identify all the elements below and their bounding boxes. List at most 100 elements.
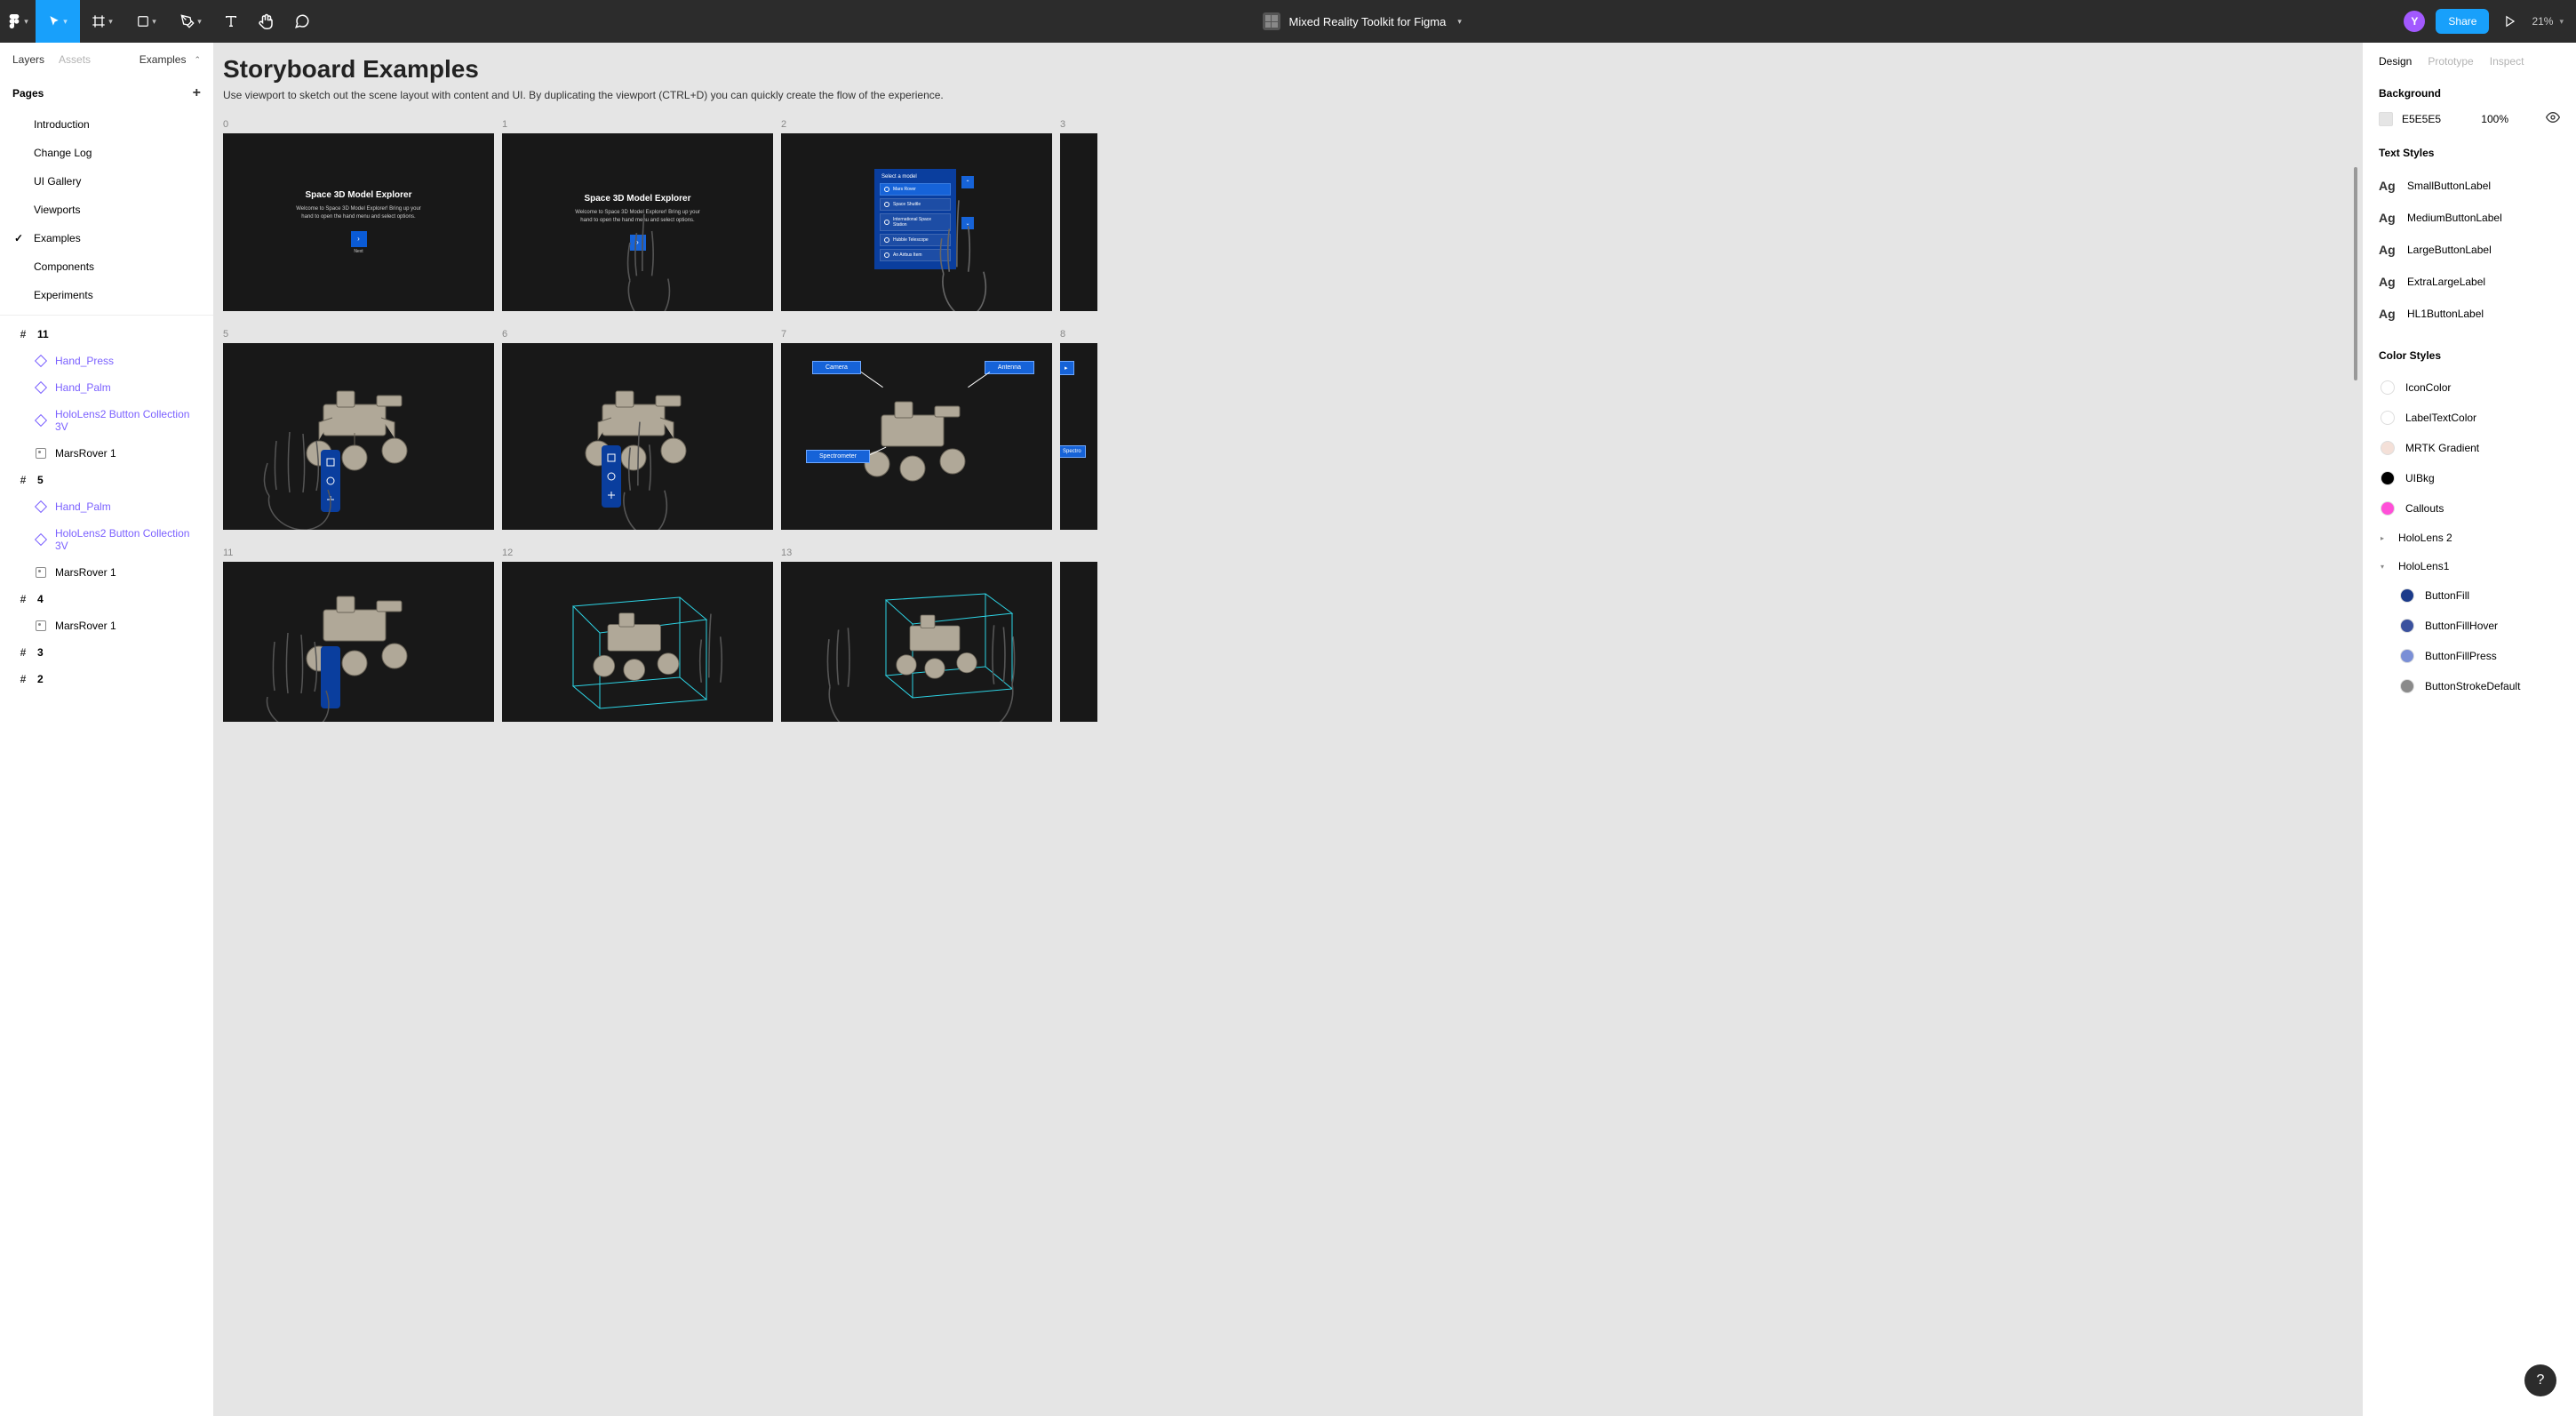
viewport-2[interactable]: 2 Select a model Mars Rover Space Shuttl…	[781, 119, 1052, 311]
scrollbar[interactable]	[2354, 167, 2357, 380]
page-item[interactable]: Components	[0, 252, 213, 281]
page-selector[interactable]: Examples	[140, 53, 187, 66]
move-tool[interactable]: ▾	[36, 0, 80, 43]
toolbar-left: ▾ ▾ ▾ ▾ ▾	[0, 0, 320, 43]
chevron-down-icon: ▾	[63, 17, 68, 27]
image-icon	[36, 567, 46, 578]
text-style-item[interactable]: AgSmallButtonLabel	[2379, 170, 2560, 202]
layer-item[interactable]: HoloLens2 Button Collection 3V	[0, 520, 213, 559]
tab-prototype[interactable]: Prototype	[2428, 55, 2473, 68]
color-swatch	[2381, 411, 2395, 425]
page-item[interactable]: Experiments	[0, 281, 213, 309]
text-style-item[interactable]: AgExtraLargeLabel	[2379, 266, 2560, 298]
frame-label[interactable]: 12	[502, 548, 773, 558]
tab-inspect[interactable]: Inspect	[2490, 55, 2524, 68]
viewport-0[interactable]: 0 Space 3D Model Explorer Welcome to Spa…	[223, 119, 494, 311]
bg-swatch[interactable]	[2379, 112, 2393, 126]
viewport-1[interactable]: 1 Space 3D Model Explorer Welcome to Spa…	[502, 119, 773, 311]
viewport-12[interactable]: 12	[502, 548, 773, 722]
canvas-heading: Storyboard Examples	[223, 55, 2353, 84]
layer-item[interactable]: Hand_Palm	[0, 493, 213, 520]
chevron-down-icon: ▾	[108, 17, 113, 27]
hand	[945, 608, 1052, 722]
zoom-level[interactable]: 21%▾	[2532, 15, 2564, 28]
layer-frame[interactable]: #4	[0, 586, 213, 612]
color-style-item[interactable]: LabelTextColor	[2379, 403, 2560, 433]
viewport-8[interactable]: 8 ▸ Spectro	[1060, 329, 1097, 530]
viewport-3[interactable]: 3	[1060, 119, 1097, 311]
frame-label[interactable]: 0	[223, 119, 494, 130]
ag-icon: Ag	[2379, 179, 2398, 193]
layer-frame[interactable]: #11	[0, 321, 213, 348]
frame-label[interactable]: 6	[502, 329, 773, 340]
text-style-item[interactable]: AgMediumButtonLabel	[2379, 202, 2560, 234]
chevron-down-icon[interactable]: ▾	[1457, 17, 1462, 27]
color-style-item[interactable]: IconColor	[2379, 372, 2560, 403]
layer-item[interactable]: HoloLens2 Button Collection 3V	[0, 401, 213, 440]
frame-label[interactable]: 1	[502, 119, 773, 130]
frame-label[interactable]: 2	[781, 119, 1052, 130]
shape-tool[interactable]: ▾	[124, 0, 169, 43]
text-style-item[interactable]: AgHL1ButtonLabel	[2379, 298, 2560, 330]
color-style-item[interactable]: ButtonFillPress	[2379, 641, 2560, 671]
page-item[interactable]: Examples	[0, 224, 213, 252]
color-group[interactable]: ▾HoloLens1	[2379, 552, 2560, 580]
page-item[interactable]: Viewports	[0, 196, 213, 224]
present-button[interactable]	[2500, 11, 2521, 32]
frame-tool[interactable]: ▾	[80, 0, 124, 43]
layer-item[interactable]: MarsRover 1	[0, 440, 213, 467]
layer-item[interactable]: Hand_Palm	[0, 374, 213, 401]
help-button[interactable]: ?	[2524, 1364, 2556, 1396]
tab-design[interactable]: Design	[2379, 55, 2412, 68]
color-style-item[interactable]: Callouts	[2379, 493, 2560, 524]
viewport-cut[interactable]	[1060, 548, 1097, 722]
color-style-item[interactable]: MRTK Gradient	[2379, 433, 2560, 463]
layer-frame[interactable]: #5	[0, 467, 213, 493]
component-icon	[36, 415, 46, 426]
frame-label[interactable]: 13	[781, 548, 1052, 558]
layer-frame[interactable]: #3	[0, 639, 213, 666]
viewport-11[interactable]: 11	[223, 548, 494, 722]
viewport-7[interactable]: 7 Camera Antenna Spectrometer	[781, 329, 1052, 530]
color-style-item[interactable]: ButtonStrokeDefault	[2379, 671, 2560, 701]
text-tool[interactable]	[213, 0, 249, 43]
figma-menu[interactable]: ▾	[0, 0, 36, 43]
layer-item[interactable]: MarsRover 1	[0, 559, 213, 586]
color-style-item[interactable]: UIBkg	[2379, 463, 2560, 493]
share-button[interactable]: Share	[2436, 9, 2489, 34]
tab-layers[interactable]: Layers	[12, 53, 44, 66]
bg-opacity[interactable]: 100%	[2481, 113, 2508, 125]
layer-item[interactable]: Hand_Press	[0, 348, 213, 374]
color-style-item[interactable]: ButtonFill	[2379, 580, 2560, 611]
viewport-5[interactable]: 5	[223, 329, 494, 530]
frame-label[interactable]: 3	[1060, 119, 1097, 130]
visibility-toggle[interactable]	[2546, 110, 2560, 127]
chevron-up-icon[interactable]: ⌃	[194, 55, 201, 65]
hand-tool[interactable]	[249, 0, 284, 43]
page-item[interactable]: UI Gallery	[0, 167, 213, 196]
bg-hex[interactable]: E5E5E5	[2402, 113, 2441, 125]
frame-label[interactable]: 5	[223, 329, 494, 340]
text-style-item[interactable]: AgLargeButtonLabel	[2379, 234, 2560, 266]
add-page-button[interactable]: +	[193, 85, 201, 101]
color-style-item[interactable]: ButtonFillHover	[2379, 611, 2560, 641]
frame-label[interactable]: 11	[223, 548, 494, 558]
document-title[interactable]: Mixed Reality Toolkit for Figma	[1289, 15, 1447, 28]
tab-assets[interactable]: Assets	[59, 53, 91, 66]
hand	[790, 611, 897, 722]
frame-label[interactable]: 8	[1060, 329, 1097, 340]
layer-item[interactable]: MarsRover 1	[0, 612, 213, 639]
comment-tool[interactable]	[284, 0, 320, 43]
viewport-13[interactable]: 13	[781, 548, 1052, 722]
frame-label[interactable]: 7	[781, 329, 1052, 340]
page-item[interactable]: Introduction	[0, 110, 213, 139]
page-item[interactable]: Change Log	[0, 139, 213, 167]
viewport-6[interactable]: 6	[502, 329, 773, 530]
pen-tool[interactable]: ▾	[169, 0, 213, 43]
canvas[interactable]: Storyboard Examples Use viewport to sket…	[214, 43, 2362, 1416]
color-group[interactable]: ▸HoloLens 2	[2379, 524, 2560, 552]
ag-icon: Ag	[2379, 211, 2398, 225]
next-label: Next	[351, 249, 367, 254]
layer-frame[interactable]: #2	[0, 666, 213, 692]
avatar[interactable]: Y	[2404, 11, 2425, 32]
